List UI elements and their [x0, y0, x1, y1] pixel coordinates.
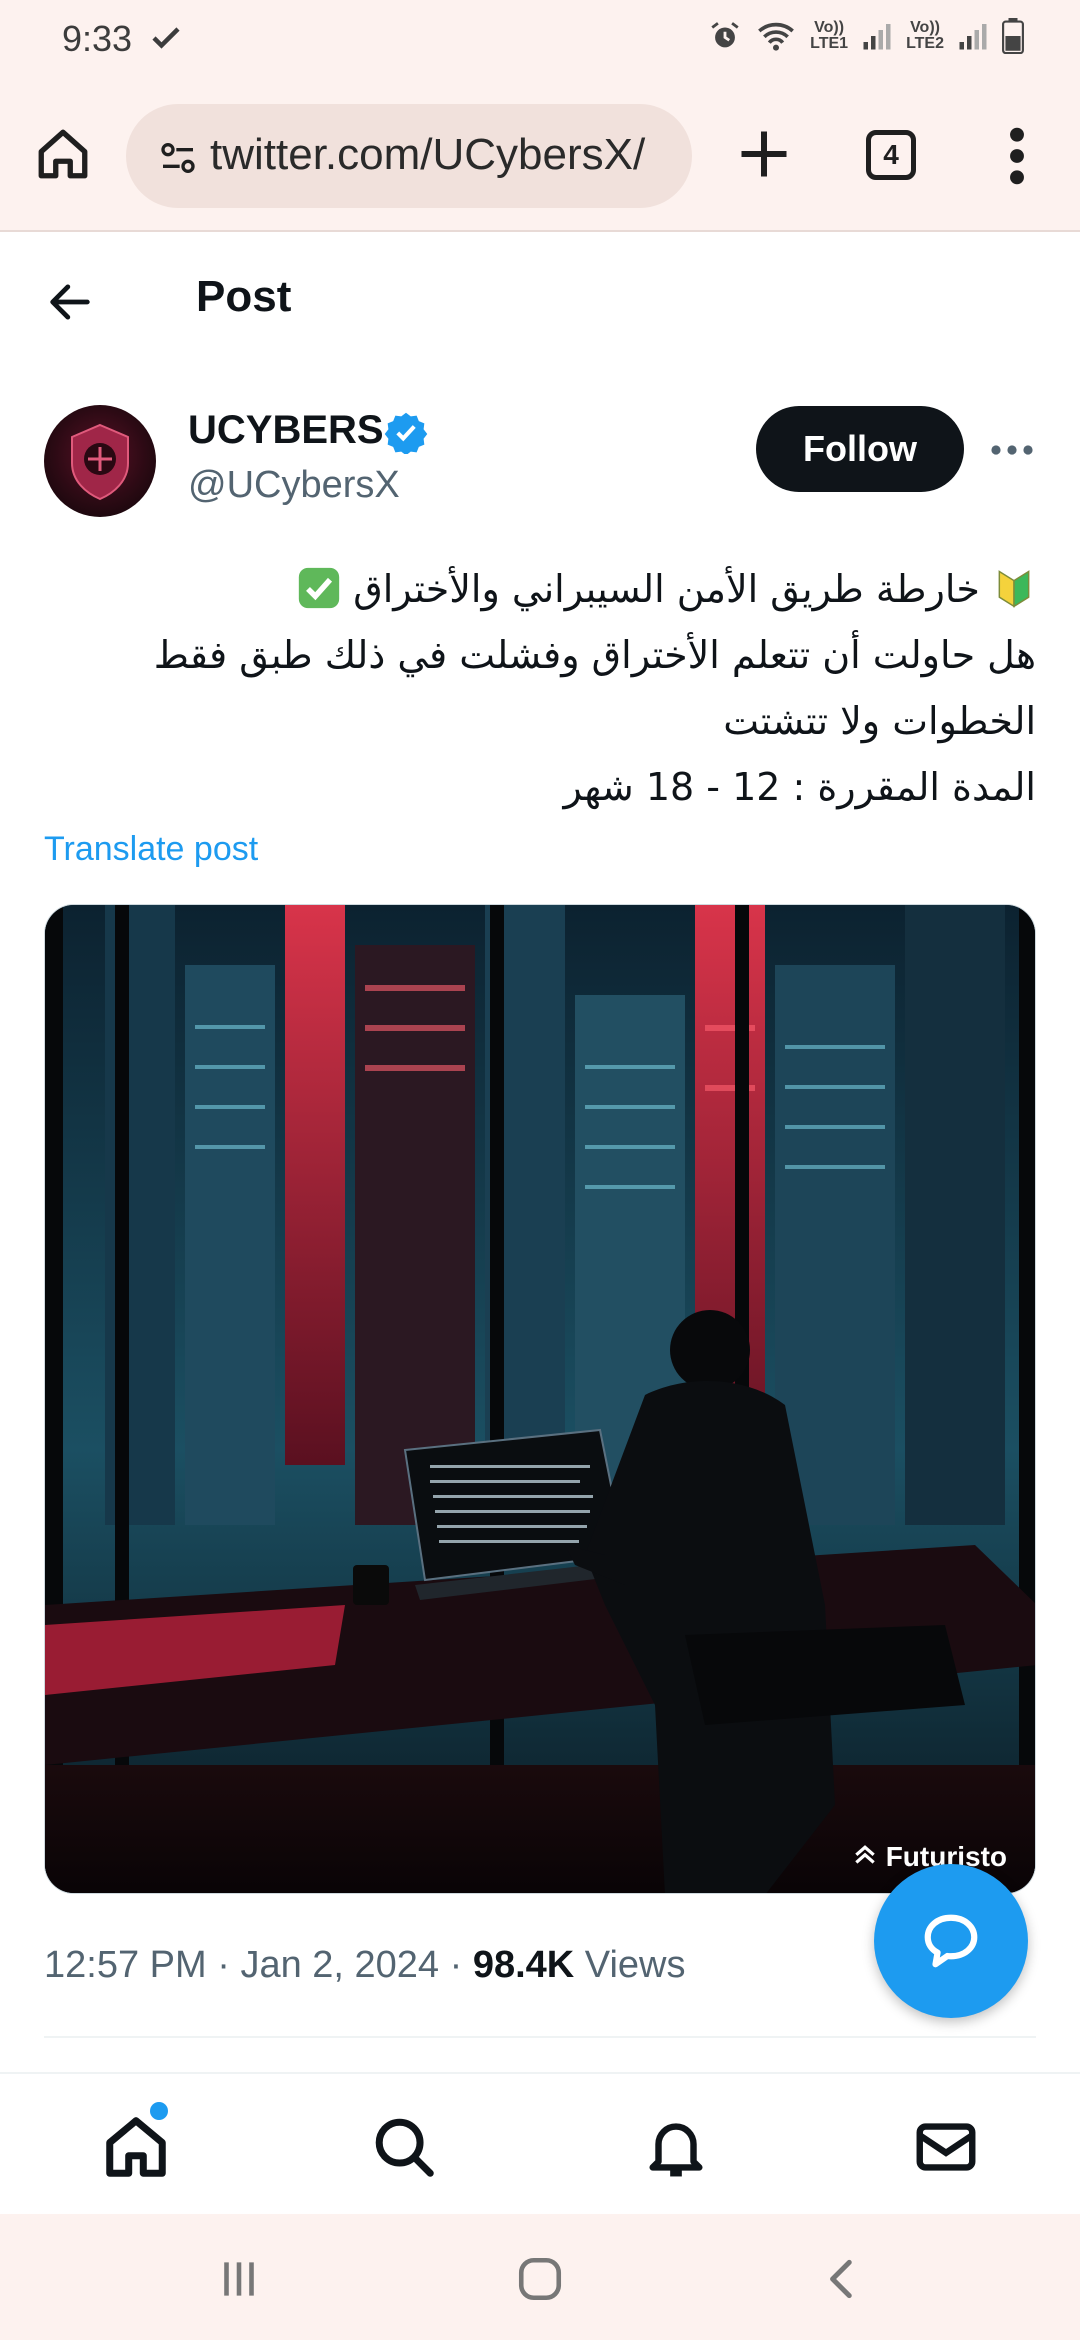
tweet-text: خارطة طريق الأمن السيبراني والأختراق هل … — [44, 556, 1036, 820]
system-back-icon[interactable] — [818, 2254, 868, 2304]
tweet-line-2: هل حاولت أن تتعلم الأختراق وفشلت في ذلك … — [153, 633, 1036, 677]
cyber-city-illustration — [45, 905, 1035, 1893]
verified-badge-icon — [384, 412, 428, 454]
battery-icon — [1002, 18, 1024, 54]
views-label: Views — [584, 1944, 686, 1986]
status-time: 9:33 — [62, 18, 133, 59]
home-notification-dot — [150, 2102, 168, 2120]
page-title: Post — [196, 272, 292, 321]
system-nav-bar — [0, 2214, 1080, 2340]
search-icon[interactable] — [369, 2112, 439, 2182]
browser-menu-icon[interactable] — [1002, 124, 1032, 188]
signal-icon — [863, 24, 891, 50]
chat-bubble-icon — [924, 1914, 978, 1968]
compose-button[interactable] — [874, 1864, 1028, 2018]
follow-button[interactable]: Follow — [756, 406, 964, 492]
tweet-date: Jan 2, 2024 — [240, 1944, 440, 1986]
network-lte2: Vo)) LTE2 — [906, 19, 944, 52]
translate-post-link[interactable]: Translate post — [44, 830, 258, 869]
url-bar[interactable]: twitter.com/UCybersX/ — [126, 104, 692, 208]
avatar[interactable] — [44, 405, 156, 517]
futuristo-logo-icon — [854, 1845, 875, 1864]
tweet-line-1: خارطة طريق الأمن السيبراني والأختراق — [44, 556, 1036, 622]
bell-icon[interactable] — [641, 2112, 711, 2182]
system-home-icon[interactable] — [515, 2254, 565, 2304]
alarm-icon — [711, 22, 739, 48]
mail-icon[interactable] — [911, 2112, 981, 2182]
url-text[interactable]: twitter.com/UCybersX/ — [210, 130, 680, 180]
site-settings-icon[interactable] — [158, 138, 198, 178]
tweet-line-4: المدة المقررة : 12 - 18 شهر — [563, 765, 1036, 809]
recent-apps-icon[interactable] — [214, 2254, 264, 2304]
post-header: Post — [0, 232, 1080, 368]
back-arrow-icon[interactable] — [44, 276, 96, 328]
check-icon — [152, 27, 180, 49]
check-mark-button-icon — [299, 567, 340, 609]
beginner-badge-icon — [998, 570, 1030, 608]
status-bar: 9:33 Vo)) LTE1 Vo)) LTE2 — [0, 0, 1080, 80]
home-icon[interactable] — [101, 2112, 171, 2182]
tweet-time: 12:57 PM — [44, 1944, 207, 1986]
author-name[interactable]: UCYBERS — [188, 408, 384, 453]
more-options-icon[interactable] — [988, 430, 1036, 470]
divider — [44, 2036, 1036, 2038]
wifi-icon — [758, 22, 795, 51]
tweet-image[interactable]: Futuristo — [44, 904, 1036, 1894]
tab-switcher-button[interactable]: 4 — [866, 130, 916, 180]
browser-toolbar: twitter.com/UCybersX/ 4 — [0, 80, 1080, 232]
network-lte1: Vo)) LTE1 — [810, 19, 849, 52]
tweet-line-3: الخطوات ولا تتشتت — [723, 699, 1036, 743]
views-count[interactable]: 98.4K — [473, 1944, 574, 1986]
bottom-nav — [0, 2072, 1080, 2214]
new-tab-icon[interactable] — [734, 124, 794, 184]
tweet-meta: 12:57 PM · Jan 2, 2024 · 98.4K Views — [44, 1944, 686, 1986]
browser-home-icon[interactable] — [34, 125, 92, 183]
status-icons: Vo)) LTE1 Vo)) LTE2 — [708, 18, 1024, 54]
author-handle[interactable]: @UCybersX — [188, 464, 400, 507]
tab-count: 4 — [883, 139, 899, 170]
avatar-logo-icon — [71, 423, 129, 501]
signal-icon — [959, 24, 987, 50]
